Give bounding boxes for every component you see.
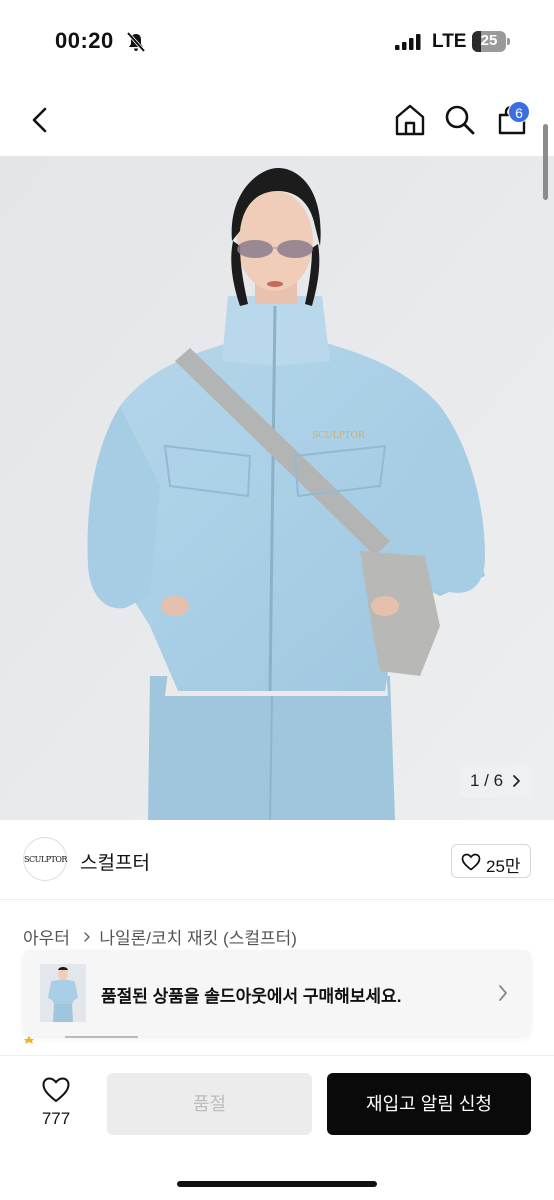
network-type: LTE: [432, 31, 467, 52]
home-icon[interactable]: [393, 103, 427, 137]
search-icon[interactable]: [444, 104, 476, 136]
chevron-right-icon: [83, 931, 90, 942]
image-counter-text: 1 / 6: [470, 771, 504, 790]
soldout-banner-text: 품절된 상품을 솔드아웃에서 구매해보세요.: [101, 987, 402, 1006]
wishlist-button[interactable]: [38, 1076, 74, 1103]
breadcrumb-subcategory[interactable]: 나일론/코치 재킷 (스컬프터): [99, 924, 297, 949]
scrollbar[interactable]: [543, 124, 548, 200]
brand-row: SCULPTOR 스컬프터 25만: [0, 820, 554, 900]
brand-like-button[interactable]: 25만: [451, 844, 531, 878]
wishlist-count: 777: [41, 1109, 71, 1128]
soldout-banner[interactable]: 품절된 상품을 솔드아웃에서 구매해보세요.: [23, 950, 531, 1036]
jacket-logo-text: SCULPTOR: [312, 431, 365, 441]
banner-thumbnail: [40, 964, 86, 1022]
product-image[interactable]: SCULPTOR: [0, 156, 554, 820]
image-counter[interactable]: 1 / 6: [460, 764, 532, 798]
chevron-right-icon: [513, 775, 520, 787]
product-photo: SCULPTOR: [0, 156, 554, 820]
heart-icon: [461, 853, 481, 871]
brand-logo[interactable]: SCULPTOR: [23, 837, 67, 881]
back-chevron-icon[interactable]: [26, 106, 54, 134]
partially-hidden-row: [24, 1036, 138, 1044]
chevron-right-icon: [499, 985, 507, 1001]
brand-like-count: 25만: [486, 857, 521, 876]
bell-muted-icon: [126, 31, 146, 53]
status-time: 00:20: [55, 28, 114, 53]
soldout-button: 품절: [107, 1073, 312, 1135]
status-bar: 00:20 LTE 25: [0, 0, 554, 84]
brand-name[interactable]: 스컬프터: [80, 848, 150, 875]
battery-level: 25: [480, 32, 498, 49]
cart-count-badge: 6: [508, 101, 530, 123]
signal-icon: [395, 34, 421, 50]
heart-icon: [42, 1077, 70, 1103]
breadcrumb-category[interactable]: 아우터: [23, 924, 70, 949]
home-indicator[interactable]: [177, 1181, 377, 1187]
restock-alert-button[interactable]: 재입고 알림 신청: [327, 1073, 531, 1135]
breadcrumb: 아우터 나일론/코치 재킷 (스컬프터): [23, 924, 297, 949]
battery-icon: 25: [472, 31, 510, 52]
